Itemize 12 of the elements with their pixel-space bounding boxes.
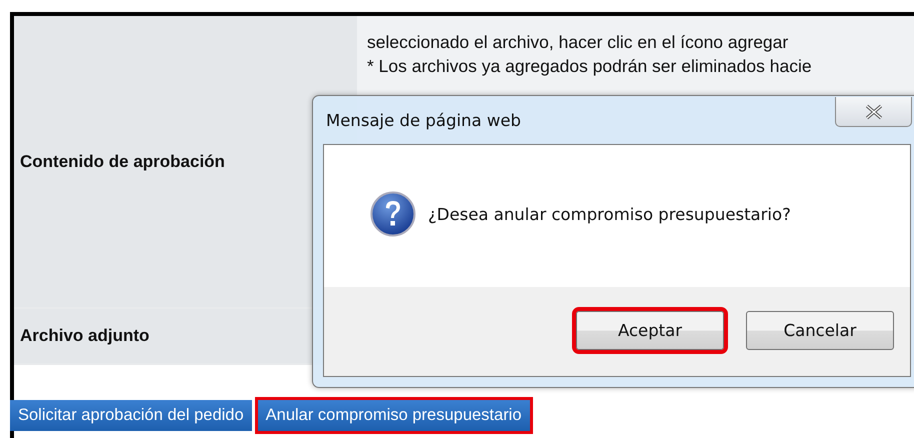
dialog-message: ¿Desea anular compromiso presupuestario? bbox=[428, 204, 791, 224]
instruction-text: seleccionado el archivo, hacer clic en el ícono agregar bbox=[367, 31, 790, 54]
question-icon bbox=[370, 191, 416, 237]
close-icon bbox=[864, 104, 884, 120]
action-button[interactable]: Anular compromiso presupuestario bbox=[258, 400, 530, 431]
field-label: Archivo adjunto bbox=[20, 326, 150, 346]
close-button[interactable] bbox=[835, 97, 912, 127]
dialog-title: Mensaje de página web bbox=[325, 110, 521, 130]
action-button[interactable]: Solicitar aprobación del pedido bbox=[10, 400, 252, 431]
dialog-button[interactable]: Cancelar bbox=[746, 311, 894, 350]
field-label: Contenido de aprobación bbox=[20, 152, 225, 172]
instruction-text: * Los archivos ya agregados podrán ser eliminados hacie bbox=[367, 55, 813, 78]
